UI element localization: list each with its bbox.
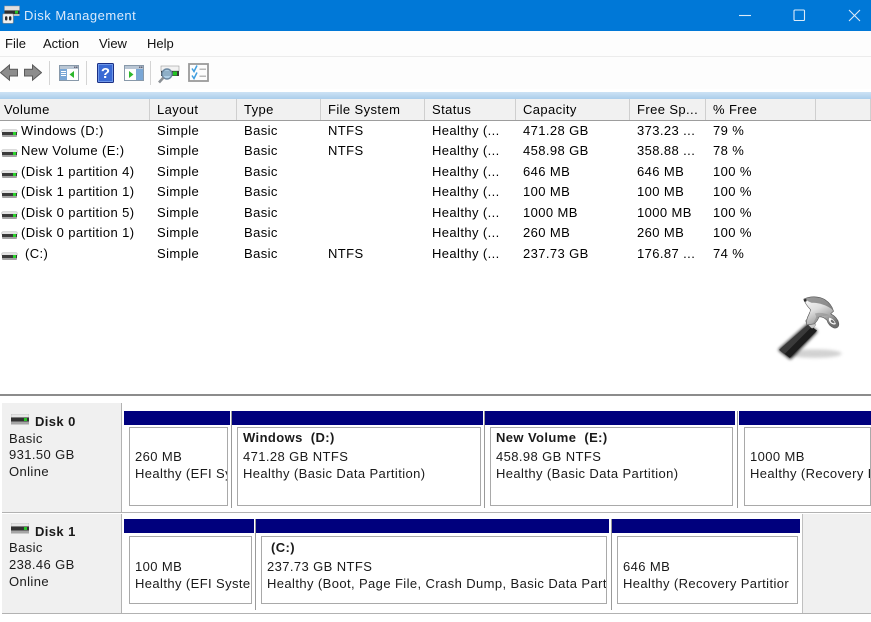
svg-text:?: ? [101, 65, 110, 82]
